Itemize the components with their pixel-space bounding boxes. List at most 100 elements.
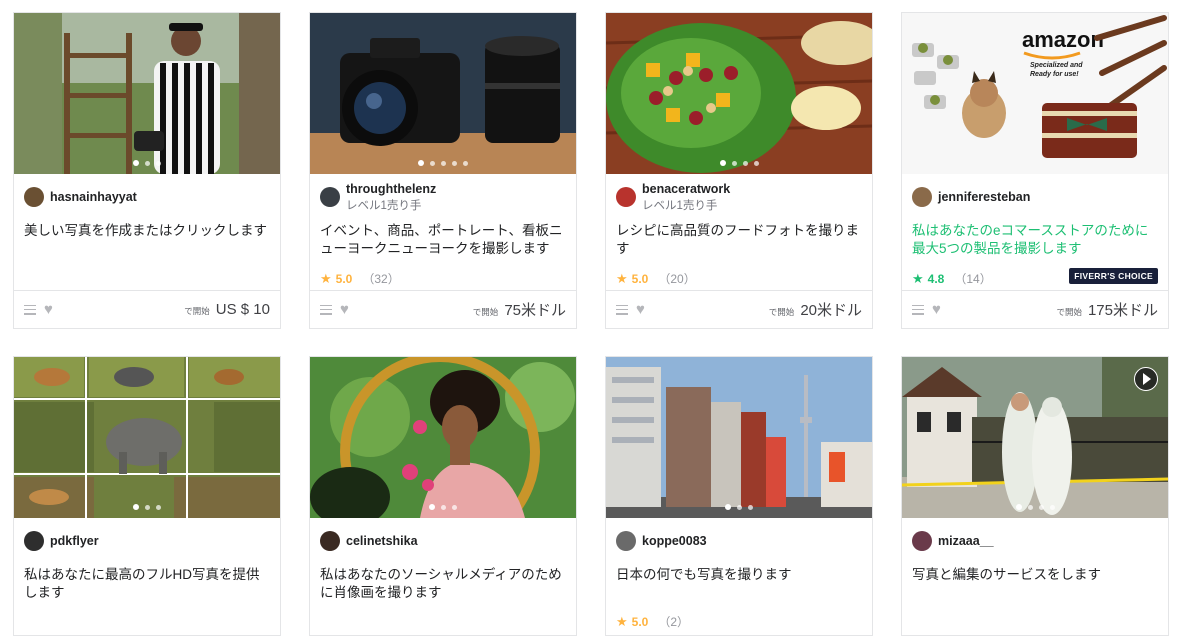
gig-thumbnail[interactable]	[606, 357, 872, 518]
star-icon: ★	[616, 613, 628, 629]
seller-avatar[interactable]	[912, 187, 932, 207]
carousel-dot[interactable]	[1027, 504, 1033, 510]
price-label: で開始	[472, 307, 499, 317]
gig-card[interactable]: hasnainhayyat 美しい写真を作成またはクリックします ♥ で開始 U…	[13, 12, 281, 329]
price[interactable]: で開始 US $ 10	[184, 301, 270, 318]
seller-info: pdkflyer	[14, 518, 280, 564]
seller-name[interactable]: hasnainhayyat	[50, 190, 137, 204]
carousel-dot[interactable]	[1015, 504, 1022, 510]
seller-avatar[interactable]	[24, 187, 44, 207]
carousel-dot[interactable]	[742, 160, 748, 166]
seller-info: celinetshika	[310, 518, 576, 564]
seller-avatar[interactable]	[320, 187, 340, 207]
carousel-dots[interactable]	[902, 504, 1168, 510]
seller-avatar[interactable]	[320, 531, 340, 551]
gig-title[interactable]: 私はあなたのeコマースストアのために最大5つの製品を撮影します	[902, 222, 1168, 262]
gig-thumbnail[interactable]	[14, 13, 280, 174]
gig-thumbnail[interactable]	[902, 357, 1168, 518]
carousel-dots[interactable]	[606, 160, 872, 166]
carousel-dot[interactable]	[753, 160, 759, 166]
carousel-dot[interactable]	[441, 160, 446, 166]
collection-menu-icon[interactable]	[912, 304, 924, 315]
rating-count: （14）	[954, 272, 992, 286]
gig-title[interactable]: 写真と編集のサービスをします	[902, 566, 1168, 606]
carousel-dot[interactable]	[737, 504, 742, 510]
video-play-icon[interactable]	[1134, 367, 1158, 391]
price[interactable]: で開始 75米ドル	[473, 299, 566, 320]
carousel-dot[interactable]	[430, 160, 435, 166]
seller-avatar[interactable]	[616, 531, 636, 551]
carousel-dots[interactable]	[310, 160, 576, 166]
carousel-dot[interactable]	[719, 160, 726, 166]
carousel-dot[interactable]	[1049, 504, 1055, 510]
gig-title[interactable]: 日本の何でも写真を撮ります	[606, 566, 872, 606]
seller-avatar[interactable]	[912, 531, 932, 551]
seller-avatar[interactable]	[616, 187, 636, 207]
carousel-dot[interactable]	[145, 504, 150, 510]
seller-name[interactable]: mizaaa__	[938, 534, 994, 548]
price-value: 175米ドル	[1087, 302, 1158, 319]
carousel-dots[interactable]	[310, 504, 576, 510]
carousel-dot[interactable]	[452, 504, 457, 510]
carousel-dot[interactable]	[452, 160, 457, 166]
carousel-dots[interactable]	[14, 160, 280, 166]
gig-card[interactable]: benaceratwork レベル1売り手 レシピに高品質のフードフォトを撮りま…	[605, 12, 873, 329]
heart-icon[interactable]: ♥	[340, 302, 349, 317]
carousel-dot[interactable]	[731, 160, 737, 166]
gig-card[interactable]: pdkflyer 私はあなたに最高のフルHD写真を提供します	[13, 356, 281, 636]
rating-value: 5.0	[335, 271, 353, 286]
rating-count: （2）	[658, 615, 690, 629]
gig-card[interactable]: throughthelenz レベル1売り手 イベント、商品、ポートレート、看板…	[309, 12, 577, 329]
collection-menu-icon[interactable]	[24, 304, 36, 315]
carousel-dot[interactable]	[463, 160, 468, 166]
carousel-dots[interactable]	[14, 504, 280, 510]
heart-icon[interactable]: ♥	[636, 302, 645, 317]
carousel-dot[interactable]	[748, 504, 753, 510]
seller-info: throughthelenz レベル1売り手	[310, 174, 576, 220]
gig-card[interactable]: amazon Specialized and Ready for use! je…	[901, 12, 1169, 329]
seller-name[interactable]: benaceratwork	[642, 182, 730, 196]
rating-count: （32）	[362, 272, 400, 286]
gig-footer: ♥ で開始 175米ドル	[902, 290, 1168, 328]
carousel-dot[interactable]	[156, 160, 161, 166]
gig-thumbnail[interactable]	[606, 13, 872, 174]
carousel-dot[interactable]	[725, 504, 731, 510]
price[interactable]: で開始 20米ドル	[769, 299, 862, 320]
collection-menu-icon[interactable]	[616, 304, 628, 315]
carousel-dot[interactable]	[441, 504, 446, 510]
carousel-dot[interactable]	[156, 504, 161, 510]
gig-thumbnail[interactable]	[310, 13, 576, 174]
carousel-dot[interactable]	[133, 504, 139, 510]
carousel-dot[interactable]	[133, 160, 139, 166]
carousel-dot[interactable]	[429, 504, 435, 510]
gig-card[interactable]: celinetshika 私はあなたのソーシャルメディアのために肖像画を撮ります	[309, 356, 577, 636]
gig-title[interactable]: 美しい写真を作成またはクリックします	[14, 222, 280, 262]
gig-card[interactable]: koppe0083 日本の何でも写真を撮ります ★ 5.0 （2）	[605, 356, 873, 636]
gig-title[interactable]: イベント、商品、ポートレート、看板ニューヨークニューヨークを撮影します	[310, 222, 576, 262]
gig-title[interactable]: 私はあなたに最高のフルHD写真を提供します	[14, 566, 280, 606]
carousel-dot[interactable]	[418, 160, 424, 166]
collection-menu-icon[interactable]	[320, 304, 332, 315]
seller-name[interactable]: throughthelenz	[346, 182, 436, 196]
heart-icon[interactable]: ♥	[932, 302, 941, 317]
gig-thumbnail[interactable]	[310, 357, 576, 518]
carousel-dot[interactable]	[1038, 504, 1044, 510]
rating: ★ 4.8 （14）	[912, 270, 992, 287]
rating-value: 5.0	[631, 614, 649, 629]
gig-thumbnail[interactable]: amazon Specialized and Ready for use!	[902, 13, 1168, 174]
heart-icon[interactable]: ♥	[44, 302, 53, 317]
price-value: 20米ドル	[800, 302, 862, 319]
seller-name[interactable]: celinetshika	[346, 534, 418, 548]
price[interactable]: で開始 175米ドル	[1056, 299, 1158, 320]
gig-card[interactable]: mizaaa__ 写真と編集のサービスをします	[901, 356, 1169, 636]
carousel-dot[interactable]	[145, 160, 150, 166]
seller-name[interactable]: pdkflyer	[50, 534, 99, 548]
carousel-dots[interactable]	[606, 504, 872, 510]
gig-title[interactable]: 私はあなたのソーシャルメディアのために肖像画を撮ります	[310, 566, 576, 606]
seller-name[interactable]: jenniferesteban	[938, 190, 1030, 204]
gig-thumbnail[interactable]	[14, 357, 280, 518]
seller-avatar[interactable]	[24, 531, 44, 551]
seller-info: jenniferesteban	[902, 174, 1168, 220]
seller-name[interactable]: koppe0083	[642, 534, 707, 548]
gig-title[interactable]: レシピに高品質のフードフォトを撮ります	[606, 222, 872, 262]
